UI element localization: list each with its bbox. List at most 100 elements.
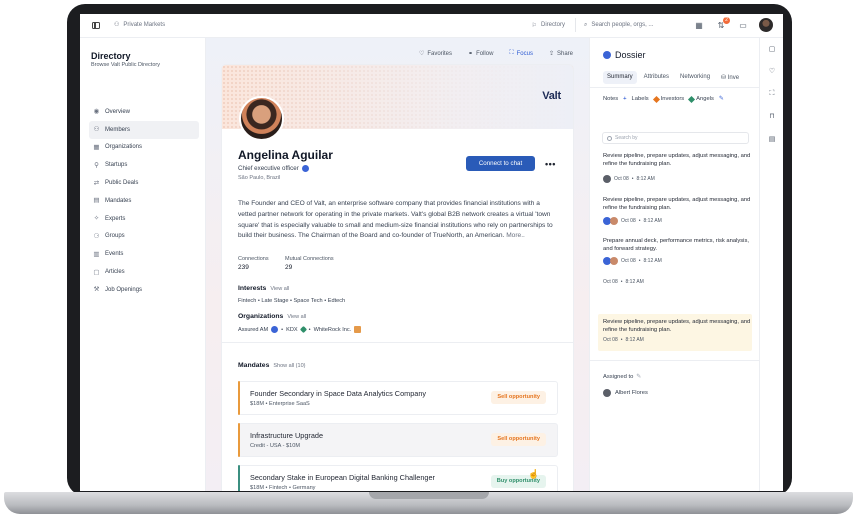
bookmark-icon[interactable]: ⊓: [768, 113, 776, 121]
note-date: Oct 08: [603, 279, 618, 285]
sidebar-item-label: Members: [105, 126, 131, 133]
members-icon: ⚇: [93, 126, 100, 134]
scan-icon[interactable]: ⛶: [768, 90, 776, 98]
note-text[interactable]: Review pipeline, prepare updates, adjust…: [603, 196, 751, 212]
org-name[interactable]: KDX: [286, 327, 298, 333]
mandates-icon: ▤: [93, 197, 100, 205]
dossier-tabs: Summary Attributes Networking ⛁ Inve: [603, 71, 743, 84]
search-input[interactable]: Search people, orgs, ...: [591, 22, 653, 28]
bio-more-link[interactable]: More..: [506, 232, 525, 239]
sidebar-item-overview[interactable]: ◉ Overview: [89, 103, 199, 121]
mutual-label: Mutual Connections: [285, 256, 334, 262]
note-text[interactable]: Prepare annual deck, performance metrics…: [603, 237, 751, 253]
groups-icon: ⚆: [93, 232, 100, 240]
mandate-accent-bar: [238, 381, 240, 415]
top-bar: ⚇ Private Markets ⚐ Directory ⌕ Search p…: [80, 14, 783, 38]
sidebar-item-groups[interactable]: ⚆ Groups: [89, 228, 199, 246]
events-icon: ▥: [93, 250, 100, 258]
connections-value: 239: [238, 264, 249, 271]
sidebar-item-events[interactable]: ▥ Events: [89, 245, 199, 263]
global-search[interactable]: ⌕ Search people, orgs, ...: [575, 18, 683, 32]
add-note-icon[interactable]: +: [623, 96, 626, 102]
chat-icon[interactable]: ▢: [768, 46, 776, 54]
grid-icon[interactable]: ▤: [768, 136, 776, 144]
organizations-title: Organizations View all: [238, 313, 306, 320]
follow-label: Follow: [476, 50, 494, 57]
sidebar-item-startups[interactable]: ⚲ Startups: [89, 156, 199, 174]
note-time: 8:12 AM: [625, 279, 644, 285]
sidebar-item-label: Mandates: [105, 197, 132, 204]
directory-link[interactable]: ⚐ Directory: [532, 22, 565, 29]
mandate-card[interactable]: Founder Secondary in Space Data Analytic…: [238, 381, 558, 415]
startups-icon: ⚲: [94, 161, 99, 169]
tag-investors[interactable]: Investors: [652, 95, 684, 103]
tab-summary[interactable]: Summary: [603, 71, 637, 84]
note-text[interactable]: Review pipeline, prepare updates, adjust…: [603, 152, 751, 168]
sidebar-item-job-openings[interactable]: ⚒ Job Openings: [89, 281, 199, 299]
heart-icon[interactable]: ♡: [768, 68, 776, 76]
sidebar-toggle-icon[interactable]: [92, 22, 100, 29]
connections-label: Connections: [238, 256, 269, 262]
search-icon: ⌕: [584, 21, 588, 28]
sidebar-item-articles[interactable]: ▢ Articles: [89, 263, 199, 281]
follow-button[interactable]: ⚭ Follow: [468, 50, 494, 58]
tag-icon: [652, 95, 660, 103]
mandate-card[interactable]: Secondary Stake in European Digital Bank…: [238, 465, 558, 491]
organizations-heading: Organizations: [238, 313, 284, 320]
favorites-button[interactable]: ♡ Favorites: [419, 50, 452, 58]
tab-investments[interactable]: ⛁ Inve: [717, 71, 743, 84]
note-text[interactable]: Review pipeline, prepare updates, adjust…: [603, 318, 751, 334]
rss-icon: ◉: [93, 108, 100, 116]
interests-view-all-link[interactable]: View all: [270, 286, 289, 292]
connect-to-chat-button[interactable]: Connect to chat: [466, 156, 535, 171]
sidebar-item-experts[interactable]: ✧ Experts: [89, 210, 199, 228]
organizations-view-all-link[interactable]: View all: [287, 314, 306, 320]
breadcrumb[interactable]: ⚇ Private Markets: [114, 21, 165, 29]
pointer-cursor-icon: ☝: [528, 469, 540, 479]
focus-label: Focus: [516, 50, 533, 57]
sidebar-item-public-deals[interactable]: ⇄ Public Deals: [89, 174, 199, 192]
calendar-icon[interactable]: ▦: [693, 19, 705, 31]
org-logo-icon: [271, 326, 279, 333]
meta-separator: •: [631, 176, 634, 182]
sidebar-item-members[interactable]: ⚇ Members: [89, 120, 199, 139]
more-options-button[interactable]: •••: [545, 159, 556, 169]
mandates-show-all-link[interactable]: Show all (10): [273, 363, 305, 369]
edit-labels-icon[interactable]: ✎: [719, 96, 724, 102]
dossier-icon: [603, 51, 611, 59]
focus-button[interactable]: ⛶ Focus: [509, 50, 533, 57]
organizations-list: Assured AM • KDX • WhiteRock Inc.: [238, 325, 362, 334]
notes-label: Notes: [603, 96, 619, 102]
assignee[interactable]: Albert Flores: [603, 389, 648, 397]
tab-investments-label: Inve: [727, 75, 740, 81]
user-avatar[interactable]: [759, 18, 773, 32]
activity-icon[interactable]: ⇅ 2: [715, 17, 730, 31]
notes-search-input[interactable]: Search by: [602, 132, 749, 144]
sidebar-item-organizations[interactable]: ▦ Organizations: [89, 139, 199, 157]
interests-list: Fintech • Late Stage • Space Tech • Edte…: [238, 298, 346, 304]
mandate-type-badge: Sell opportunity: [491, 391, 546, 404]
mandate-type-badge: Sell opportunity: [491, 433, 546, 446]
org-name[interactable]: WhiteRock Inc.: [314, 327, 352, 333]
focus-icon: ⛶: [509, 50, 514, 56]
tab-attributes[interactable]: Attributes: [640, 71, 673, 84]
edit-assignee-icon[interactable]: ✎: [636, 374, 641, 380]
mutual-connections-stat[interactable]: Mutual Connections 29: [285, 256, 334, 271]
author-avatar: [610, 217, 618, 225]
org-separator: •: [281, 326, 284, 333]
notification-badge: 2: [723, 17, 730, 24]
note-date: Oct 08: [621, 258, 636, 264]
connections-stat[interactable]: Connections 239: [238, 256, 269, 271]
mandate-card[interactable]: Infrastructure Upgrade Credit - USA - $10…: [238, 423, 558, 457]
tab-networking[interactable]: Networking: [676, 71, 714, 84]
share-button[interactable]: ⇪ Share: [549, 50, 573, 58]
inbox-icon[interactable]: ▭: [737, 19, 749, 31]
org-name[interactable]: Assured AM: [238, 327, 268, 333]
note-meta: Oct 08 • 8:12 AM: [603, 257, 662, 265]
sidebar-item-mandates[interactable]: ▤ Mandates: [89, 192, 199, 210]
laptop-notch: [369, 492, 489, 499]
nav-list: ◉ Overview ⚇ Members ▦ Organizations ⚲ Startups…: [89, 103, 199, 299]
note-time: 8:12 AM: [643, 258, 662, 264]
note-time: 8:12 AM: [636, 176, 655, 182]
tag-angels[interactable]: Angels: [688, 95, 714, 103]
